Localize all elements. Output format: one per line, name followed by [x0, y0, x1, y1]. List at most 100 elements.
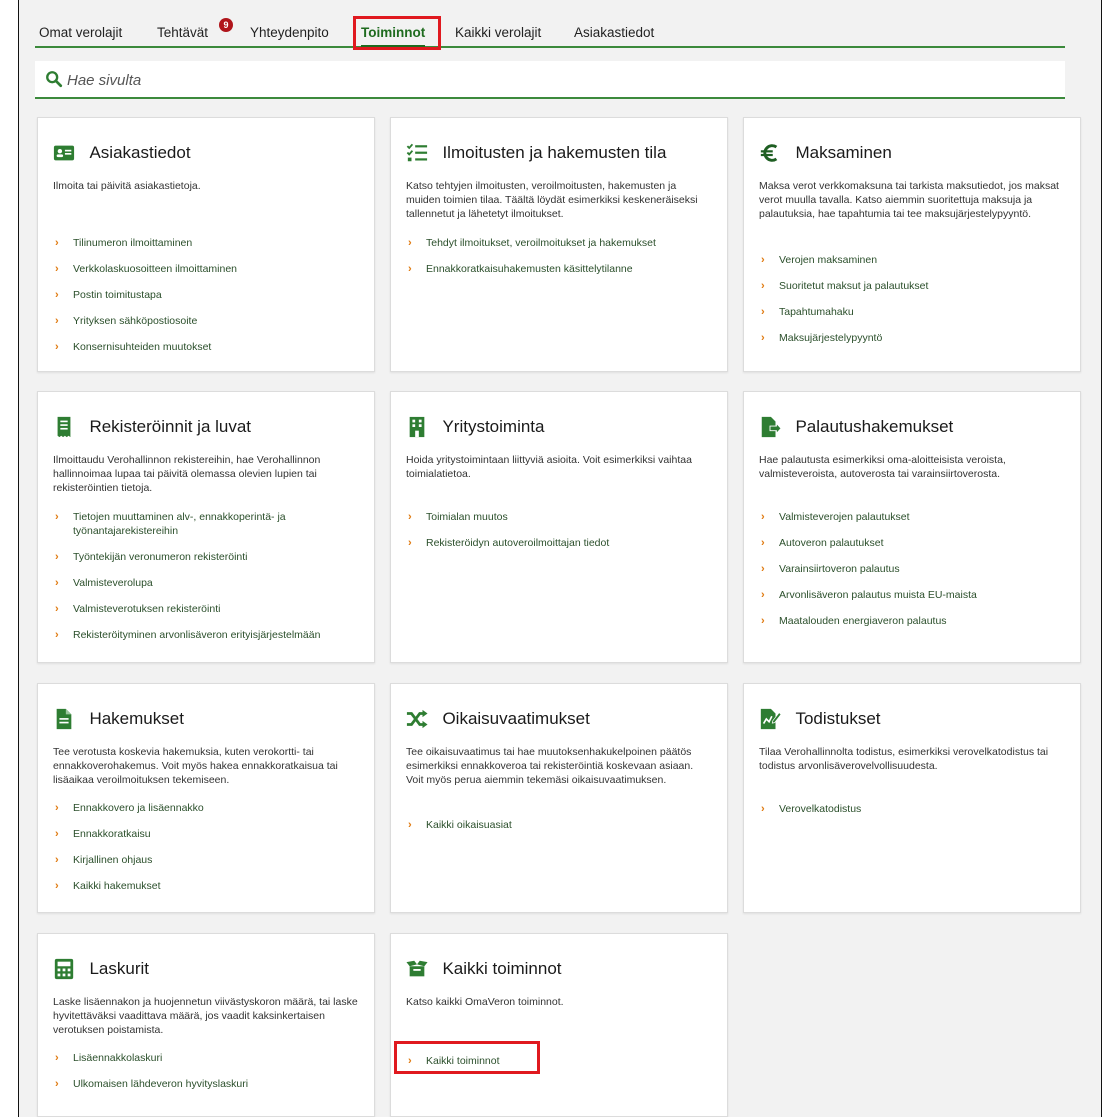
main-tabs: Omat verolajit Tehtävät 9 Yhteydenpito T… — [35, 18, 1065, 48]
search-input[interactable] — [65, 61, 1049, 99]
link-arvonlisavero-erityisjarjestelma[interactable]: › Rekisteröityminen arvonlisäveron erityi… — [53, 628, 373, 642]
link-maksujarjestelypyynto[interactable]: › Maksujärjestelypyyntö — [759, 331, 1079, 345]
link-valmisteverotuksen-rekisterointi[interactable]: › Valmisteverotuksen rekisteröinti — [53, 602, 373, 616]
chevron-right-icon: › — [761, 254, 765, 266]
card-title: Ilmoitusten ja hakemusten tila — [442, 143, 667, 162]
link-ennakkoratkaisu[interactable]: › Ennakkoratkaisu — [53, 827, 373, 841]
card-yritystoiminta: Yritystoiminta Hoida yritystoimintaan li… — [390, 391, 728, 663]
chevron-right-icon: › — [761, 563, 765, 575]
link-tyontekijan-veronumero[interactable]: › Työntekijän veronumeron rekisteröinti — [53, 550, 373, 564]
link-tilinumeron-ilmoittaminen[interactable]: › Tilinumeron ilmoittaminen — [53, 236, 373, 250]
tab-yhteydenpito[interactable]: Yhteydenpito — [250, 22, 329, 46]
link-ennakkoratkaisuhakemusten-tilanne[interactable]: › Ennakkoratkaisuhakemusten käsittelytila… — [406, 262, 726, 276]
card-header: Ilmoitusten ja hakemusten tila — [406, 142, 666, 168]
chevron-right-icon: › — [408, 511, 412, 523]
card-header: Asiakastiedot — [53, 142, 191, 168]
link-label: Kaikki oikaisuasiat — [426, 819, 512, 831]
link-label: Verkkolaskuosoitteen ilmoittaminen — [73, 263, 238, 275]
card-header: Laskurit — [53, 958, 149, 984]
euro-icon — [760, 144, 778, 162]
card-ilmoitusten-tila: Ilmoitusten ja hakemusten tila Katso teh… — [390, 117, 728, 372]
link-label: Kirjallinen ohjaus — [73, 854, 153, 866]
link-label: Lisäennakkolaskuri — [73, 1052, 163, 1064]
card-links: › Verojen maksaminen › Suoritetut maksut j… — [759, 253, 1079, 357]
link-verkkolaskuosoitteen-ilmoittaminen[interactable]: › Verkkolaskuosoitteen ilmoittaminen — [53, 262, 373, 276]
card-links: › Verovelkatodistus — [759, 802, 1079, 828]
chevron-right-icon: › — [408, 1055, 412, 1067]
link-kirjallinen-ohjaus[interactable]: › Kirjallinen ohjaus — [53, 853, 373, 867]
chevron-right-icon: › — [55, 1052, 59, 1064]
link-label: Ennakkoratkaisu — [73, 828, 151, 840]
link-suoritetut-maksut[interactable]: › Suoritetut maksut ja palautukset — [759, 279, 1079, 293]
link-postin-toimitustapa[interactable]: › Postin toimitustapa — [53, 288, 373, 302]
link-autoveroilmoittajan-tiedot[interactable]: › Rekisteröidyn autoveroilmoittajan tiedo… — [406, 536, 726, 550]
chevron-right-icon: › — [55, 315, 59, 327]
card-header: Todistukset — [759, 708, 881, 734]
link-arvonlisaveron-palautus-eu[interactable]: › Arvonlisäveron palautus muista EU-maist… — [759, 588, 1079, 602]
page-search — [35, 61, 1065, 99]
link-label: Konsernisuhteiden muutokset — [73, 341, 212, 353]
chevron-right-icon: › — [761, 332, 765, 344]
tab-asiakastiedot[interactable]: Asiakastiedot — [574, 22, 654, 46]
link-label: Tilinumeron ilmoittaminen — [73, 237, 193, 249]
card-links: › Tehdyt ilmoitukset, veroilmoitukset ja … — [406, 236, 726, 288]
page-frame: Omat verolajit Tehtävät 9 Yhteydenpito T… — [18, 0, 1102, 1117]
link-valmisteverojen-palautukset[interactable]: › Valmisteverojen palautukset — [759, 510, 1079, 524]
link-verovelkatodistus[interactable]: › Verovelkatodistus — [759, 802, 1079, 816]
link-kaikki-hakemukset[interactable]: › Kaikki hakemukset — [53, 879, 373, 893]
link-lisaennakkolaskuri[interactable]: › Lisäennakkolaskuri — [53, 1051, 373, 1065]
card-title: Maksaminen — [795, 143, 892, 162]
chevron-right-icon: › — [55, 511, 59, 523]
link-label: Tapahtumahaku — [779, 306, 854, 318]
link-valmisteverolupa[interactable]: › Valmisteverolupa — [53, 576, 373, 590]
link-label: Valmisteverotuksen rekisteröinti — [73, 603, 221, 615]
link-maatalouden-energiaveron-palautus[interactable]: › Maatalouden energiaveron palautus — [759, 614, 1079, 628]
card-links: › Ennakkovero ja lisäennakko › Ennakkoratk… — [53, 801, 373, 905]
tab-kaikki-verolajit[interactable]: Kaikki verolajit — [455, 22, 541, 46]
link-label: Postin toimitustapa — [73, 289, 162, 301]
chevron-right-icon: › — [55, 603, 59, 615]
calculator-icon — [54, 958, 74, 980]
chevron-right-icon: › — [55, 237, 59, 249]
link-label: Valmisteverojen palautukset — [779, 511, 910, 523]
link-ennakkovero-lisaennakko[interactable]: › Ennakkovero ja lisäennakko — [53, 801, 373, 815]
link-tehdyt-ilmoitukset[interactable]: › Tehdyt ilmoitukset, veroilmoitukset ja … — [406, 236, 726, 250]
link-yrityksen-sahkopostiosoite[interactable]: › Yrityksen sähköpostiosoite — [53, 314, 373, 328]
link-toimialan-muutos[interactable]: › Toimialan muutos — [406, 510, 726, 524]
search-icon — [46, 71, 63, 88]
link-label: Ennakkovero ja lisäennakko — [73, 802, 204, 814]
chevron-right-icon: › — [55, 577, 59, 589]
card-description: Hoida yritystoimintaan liittyviä asioita… — [406, 454, 692, 480]
tab-omat-verolajit[interactable]: Omat verolajit — [39, 22, 122, 46]
card-description: Maksa verot verkkomaksuna tai tarkista m… — [759, 180, 1059, 220]
chevron-right-icon: › — [55, 551, 59, 563]
link-label: Ulkomaisen lähdeveron hyvityslaskuri — [73, 1078, 249, 1090]
link-tietojen-muuttaminen-rekistereihin[interactable]: › Tietojen muuttaminen alv-, ennakkoperin… — [53, 510, 373, 538]
card-oikaisuvaatimukset: Oikaisuvaatimukset Tee oikaisuvaatimus t… — [390, 683, 728, 913]
link-label: Rekisteröityminen arvonlisäveron erityis… — [73, 629, 321, 641]
tab-toiminnot[interactable]: Toiminnot — [361, 22, 426, 48]
link-autoveron-palautukset[interactable]: › Autoveron palautukset — [759, 536, 1079, 550]
card-todistukset: Todistukset Tilaa Verohallinnolta todist… — [743, 683, 1081, 913]
link-label: Verojen maksaminen — [779, 254, 878, 266]
link-konsernisuhteiden-muutokset[interactable]: › Konsernisuhteiden muutokset — [53, 340, 373, 354]
link-lahdeveron-hyvityslaskuri[interactable]: › Ulkomaisen lähdeveron hyvityslaskuri — [53, 1077, 373, 1091]
card-header: Kaikki toiminnot — [406, 958, 562, 984]
link-kaikki-oikaisuasiat[interactable]: › Kaikki oikaisuasiat — [406, 818, 726, 832]
card-description: Ilmoittaudu Verohallinnon rekistereihin,… — [53, 454, 321, 494]
card-description: Ilmoita tai päivitä asiakastietoja. — [53, 180, 201, 192]
card-title: Rekisteröinnit ja luvat — [89, 417, 252, 436]
card-links: › Tilinumeron ilmoittaminen › Verkkolaskuo… — [53, 236, 373, 366]
link-label: Varainsiirtoveron palautus — [779, 563, 900, 575]
tab-tehtavat[interactable]: Tehtävät — [157, 22, 208, 46]
link-varainsiirtoveron-palautus[interactable]: › Varainsiirtoveron palautus — [759, 562, 1079, 576]
link-kaikki-toiminnot[interactable]: › Kaikki toiminnot — [406, 1054, 726, 1068]
link-tapahtumahaku[interactable]: › Tapahtumahaku — [759, 305, 1079, 319]
card-rekisteroinnit: Rekisteröinnit ja luvat Ilmoittaudu Vero… — [37, 391, 375, 663]
document-icon — [56, 708, 72, 730]
card-hakemukset: Hakemukset Tee verotusta koskevia hakemu… — [37, 683, 375, 913]
tab-tehtavat-label: Tehtävät — [157, 25, 209, 40]
card-palautushakemukset: Palautushakemukset Hae palautusta esimer… — [743, 391, 1081, 663]
link-verojen-maksaminen[interactable]: › Verojen maksaminen — [759, 253, 1079, 267]
card-description: Hae palautusta esimerkiksi oma-aloitteis… — [759, 454, 1006, 480]
